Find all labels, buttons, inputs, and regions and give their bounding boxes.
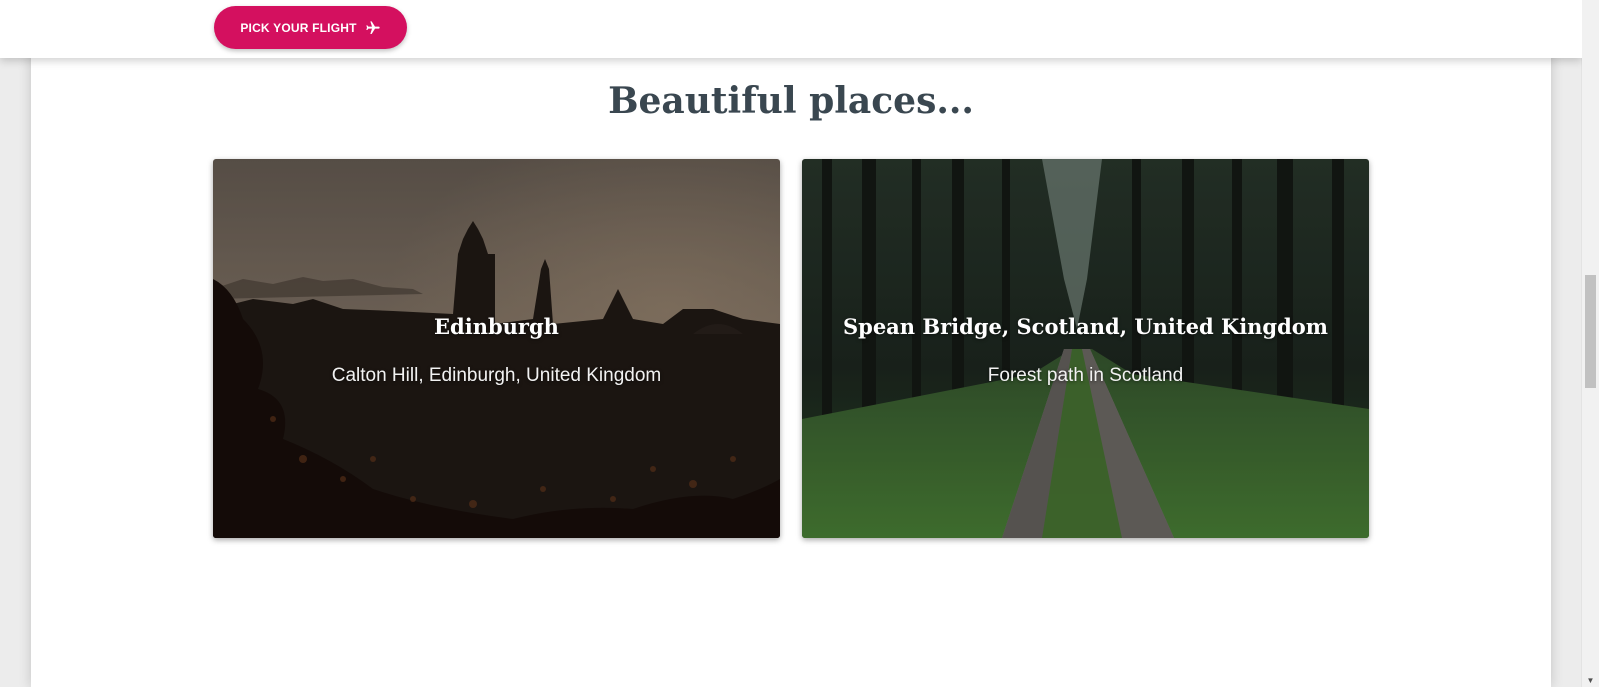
page-viewport: PICK YOUR FLIGHT Beautiful places... Edi… — [0, 0, 1582, 687]
section-title: Beautiful places... — [608, 80, 974, 122]
place-card-spean-bridge[interactable]: Spean Bridge, Scotland, United Kingdom F… — [802, 159, 1369, 538]
place-subtitle: Calton Hill, Edinburgh, United Kingdom — [331, 365, 662, 386]
vertical-scrollbar[interactable]: ▼ — [1581, 0, 1599, 687]
card-overlay — [802, 159, 1369, 538]
card-overlay — [213, 159, 780, 538]
scroll-down-arrow-icon[interactable]: ▼ — [1582, 673, 1599, 687]
place-title: Spean Bridge, Scotland, United Kingdom — [842, 314, 1329, 339]
top-navigation-bar: PICK YOUR FLIGHT — [0, 0, 1582, 58]
place-subtitle: Forest path in Scotland — [987, 365, 1184, 386]
place-card-edinburgh[interactable]: Edinburgh Calton Hill, Edinburgh, United… — [213, 159, 780, 538]
pick-your-flight-button[interactable]: PICK YOUR FLIGHT — [214, 6, 407, 49]
scrollbar-thumb[interactable] — [1585, 275, 1596, 388]
place-title: Edinburgh — [434, 314, 559, 339]
airplane-icon — [365, 20, 381, 36]
pick-your-flight-label: PICK YOUR FLIGHT — [240, 20, 357, 35]
